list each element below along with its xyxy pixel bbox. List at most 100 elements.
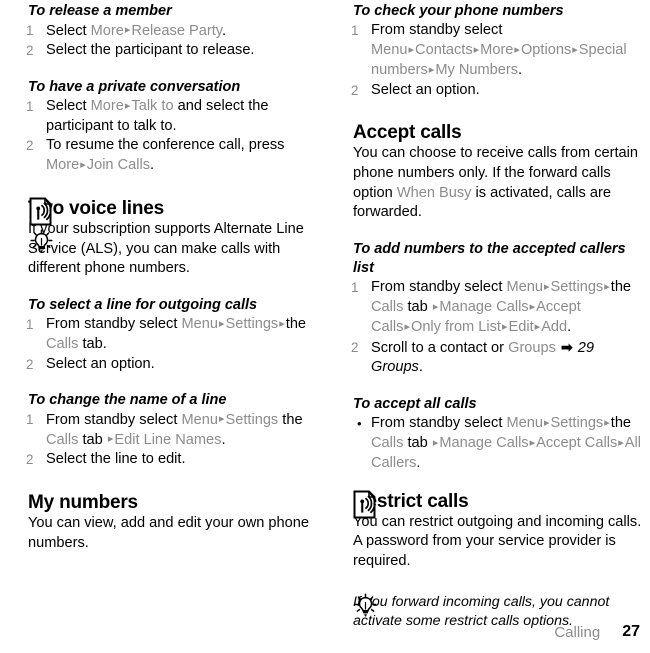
text-run: tab [403,435,432,452]
step-text: From standby select Menu▸Settings▸the Ca… [371,415,641,471]
step-text: Select the line to edit. [46,451,186,467]
text-run: From standby select [46,411,182,428]
menu-path-item: Calls [46,335,79,352]
lightbulb-tip-icon [353,593,379,618]
menu-path-item: Join Calls [86,157,151,174]
manual-page: To release a member 1 Select More▸Release… [0,0,650,653]
text-run: . [221,431,226,448]
cross-reference-arrow-icon: ➡ [561,339,573,356]
menu-separator-arrow-icon: ▸ [501,320,508,333]
section-heading-accept-calls: Accept calls [353,122,462,144]
menu-separator-arrow-icon: ▸ [618,436,624,449]
network-operator-document-icon [29,197,55,226]
step-list-add-accepted-callers: 1 From standby select Menu▸Settings▸the C… [351,278,648,378]
procedure-step: 2 To resume the conference call, press Mo… [26,136,321,176]
step-list-select-line: 1 From standby select Menu▸Settings▸the C… [26,315,321,374]
section-heading-my-numbers: My numbers [28,491,138,513]
step-number: 2 [26,452,34,468]
menu-separator-arrow-icon: ▸ [279,317,285,330]
menu-separator-arrow-icon: ▸ [604,280,610,293]
menu-path-item: More [90,98,124,115]
procedure-step: 2 Select an option. [351,81,648,101]
step-number: 1 [26,23,34,38]
procedure-step: 1 From standby select Menu▸Settings the C… [26,410,321,450]
procedure-step: 2 Select the participant to release. [26,41,321,61]
menu-path-item: Accept Calls [536,435,618,452]
procedure-step: 1 From standby select Menu▸Settings▸the C… [351,278,648,338]
text-run: . [221,22,227,39]
step-text: To resume the conference call, press Mor… [46,137,284,173]
menu-path-item: Settings [550,415,604,432]
network-operator-document-icon [353,490,379,519]
menu-path-item: Groups [508,339,556,356]
menu-path-item: Edit Line Names [114,431,222,448]
step-text: Select an option. [371,82,480,98]
text-run: tab [78,431,107,448]
lightbulb-tip-icon [29,229,55,254]
text-run: From standby select [371,415,507,432]
menu-path-item: Calls [371,435,404,452]
menu-path-item: Calls [371,299,404,316]
step-number: 2 [26,356,34,372]
procedure-heading-change-line-name: To change the name of a line [28,392,227,409]
menu-path-item: Menu [181,316,218,333]
menu-separator-arrow-icon: ▸ [404,320,410,333]
step-list-check-numbers: 1 From standby select Menu▸Contacts▸More▸… [351,21,648,101]
right-column: To check your phone numbers 1 From standb… [325,0,650,629]
menu-path-item: More [90,22,124,39]
section-body-two-voice-lines: If your subscription supports Alternate … [28,221,304,277]
text-run: . [567,319,572,336]
step-text: Select More▸Release Party. [46,23,226,39]
step-text: Select More▸Talk to and select the parti… [46,98,269,134]
section-heading-two-voice-lines: Two voice lines [28,198,165,220]
procedure-step: 1 Select More▸Talk to and select the part… [26,97,321,137]
page-footer: Calling 27 [0,619,650,645]
step-number: 2 [351,340,359,356]
text-run: Select the line to edit. [46,451,186,468]
section-two-voice-lines: Two voice lines If your subscription sup… [28,197,321,279]
menu-separator-arrow-icon: ▸ [514,43,520,56]
step-list-change-line-name: 1 From standby select Menu▸Settings the C… [26,410,321,470]
left-column: To release a member 1 Select More▸Release… [0,0,325,610]
menu-path-item: Menu [371,42,408,59]
section-body-accept-calls: You can choose to receive calls from cer… [353,144,648,222]
two-column-body: To release a member 1 Select More▸Release… [0,0,650,629]
procedure-heading-private-conversation: To have a private conversation [28,78,241,95]
menu-path-item: More [46,157,80,174]
procedure-step: 1 From standby select Menu▸Settings▸the C… [26,315,321,355]
procedure-step: 1 From standby select Menu▸Contacts▸More▸… [351,21,648,81]
step-list-release-member: 1 Select More▸Release Party. 2 Select the p… [26,21,321,61]
text-run: Select an option. [46,355,155,372]
text-run: Select [46,98,91,115]
procedure-step: • From standby select Menu▸Settings▸the C… [353,414,648,474]
procedure-heading-add-accepted-callers: To add numbers to the accepted callers l… [353,240,626,276]
text-run: Select [46,22,91,39]
text-run: . [418,359,423,376]
section-restrict-calls: Restrict calls You can restrict outgoing… [353,490,648,572]
menu-path-item: Manage Calls [439,435,529,452]
menu-path-item: Settings [550,279,604,296]
menu-separator-arrow-icon: ▸ [408,43,415,56]
menu-path-item: Only from List [410,319,501,336]
step-text: From standby select Menu▸Settings▸the Ca… [371,279,631,335]
text-run: the [610,415,632,432]
menu-path-item: Add [541,319,568,336]
procedure-heading-accept-all-calls: To accept all calls [353,395,477,412]
step-text: Select the participant to release. [46,42,255,58]
step-text: Scroll to a contact or Groups ➡ 29 Group… [371,339,594,376]
text-run: tab [403,299,432,316]
menu-path-item: Settings [225,316,279,333]
menu-separator-arrow-icon: ▸ [80,158,86,171]
menu-separator-arrow-icon: ▸ [529,300,536,313]
footer-page-number: 27 [622,623,640,640]
text-run: From standby select [371,279,507,296]
menu-path-item: Menu [181,411,218,428]
step-number: 1 [26,98,34,114]
text-run: tab. [78,335,107,352]
menu-separator-arrow-icon: ▸ [604,416,610,429]
